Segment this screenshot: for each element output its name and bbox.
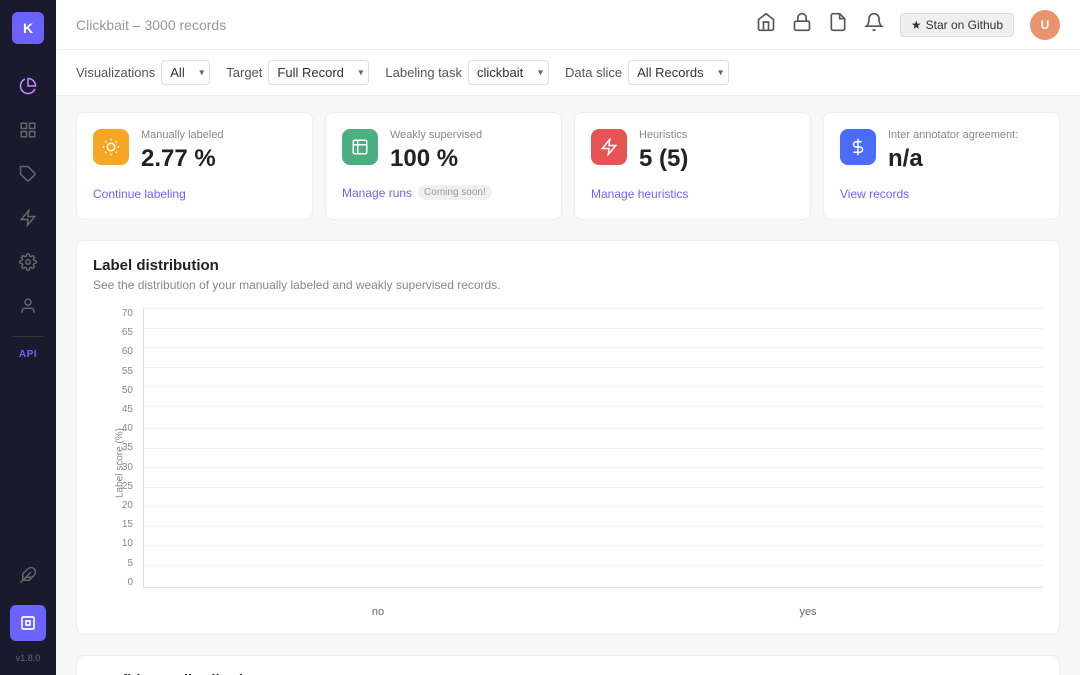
sidebar-item-grid[interactable]: [10, 112, 46, 148]
visualizations-select[interactable]: All: [161, 60, 210, 85]
sidebar-bottom: v1.8.0: [10, 553, 46, 663]
visualizations-filter: Visualizations All: [76, 60, 210, 85]
lock-icon[interactable]: [792, 12, 812, 37]
content-area: Manually labeled 2.77 % Continue labelin…: [56, 96, 1080, 675]
bars-container: [144, 308, 1043, 587]
card-text-2: Heuristics 5 (5): [639, 129, 688, 173]
user-avatar[interactable]: U: [1030, 10, 1060, 40]
chart-title: Label distribution: [93, 257, 1043, 274]
card-header-1: Weakly supervised 100 %: [342, 129, 545, 173]
github-button[interactable]: ★ Star on Github: [900, 13, 1014, 37]
visualizations-select-wrapper[interactable]: All: [161, 60, 210, 85]
x-axis: no yes: [143, 606, 1043, 618]
card-value-1: 100 %: [390, 145, 482, 173]
card-link-0[interactable]: Continue labeling: [93, 187, 186, 201]
data-slice-label: Data slice: [565, 65, 622, 80]
record-count: – 3000 records: [133, 17, 226, 33]
manually-labeled-card: Manually labeled 2.77 % Continue labelin…: [76, 112, 313, 220]
x-label-no: no: [203, 606, 553, 618]
sidebar: K API v1.8.0: [0, 0, 56, 675]
manually-labeled-icon: [93, 129, 129, 165]
card-value-2: 5 (5): [639, 145, 688, 173]
card-header: Manually labeled 2.77 %: [93, 129, 296, 173]
card-text-1: Weakly supervised 100 %: [390, 129, 482, 173]
chart-subtitle: See the distribution of your manually la…: [93, 278, 1043, 292]
topbar: Clickbait – 3000 records ★ Star on Githu…: [56, 0, 1080, 50]
target-select[interactable]: Full Record: [268, 60, 369, 85]
visualizations-label: Visualizations: [76, 65, 155, 80]
filterbar: Visualizations All Target Full Record La…: [56, 50, 1080, 96]
card-text-3: Inter annotator agreement: n/a: [888, 129, 1018, 173]
coming-soon-badge: Coming soon!: [418, 185, 492, 200]
annotator-icon: [840, 129, 876, 165]
sidebar-divider: [13, 336, 43, 337]
labeling-task-select[interactable]: clickbait: [468, 60, 549, 85]
data-slice-select-wrapper[interactable]: All Records: [628, 60, 729, 85]
sidebar-item-ai[interactable]: [10, 200, 46, 236]
stats-cards: Manually labeled 2.77 % Continue labelin…: [76, 112, 1060, 220]
labeling-task-label: Labeling task: [385, 65, 462, 80]
annotator-agreement-card: Inter annotator agreement: n/a View reco…: [823, 112, 1060, 220]
sidebar-item-extensions[interactable]: [10, 557, 46, 593]
home-icon[interactable]: [756, 12, 776, 37]
chart-area: [143, 308, 1043, 588]
target-label: Target: [226, 65, 262, 80]
sidebar-item-chart[interactable]: [10, 68, 46, 104]
card-link-2[interactable]: Manage heuristics: [591, 187, 688, 201]
x-label-yes: yes: [633, 606, 983, 618]
card-value-0: 2.77 %: [141, 145, 224, 173]
target-filter: Target Full Record: [226, 60, 369, 85]
heuristics-icon: [591, 129, 627, 165]
y-axis-title: Label score (%): [115, 428, 126, 498]
sidebar-item-tag[interactable]: [10, 156, 46, 192]
data-slice-select[interactable]: All Records: [628, 60, 729, 85]
weakly-supervised-icon: [342, 129, 378, 165]
heuristics-card: Heuristics 5 (5) Manage heuristics: [574, 112, 811, 220]
card-title-3: Inter annotator agreement:: [888, 129, 1018, 141]
sidebar-logo[interactable]: K: [12, 12, 44, 44]
card-header-2: Heuristics 5 (5): [591, 129, 794, 173]
card-link-3[interactable]: View records: [840, 187, 909, 201]
labeling-task-filter: Labeling task clickbait: [385, 60, 549, 85]
page-title: Clickbait – 3000 records: [76, 17, 226, 33]
main-content: Clickbait – 3000 records ★ Star on Githu…: [56, 0, 1080, 675]
card-header-3: Inter annotator agreement: n/a: [840, 129, 1043, 173]
target-select-wrapper[interactable]: Full Record: [268, 60, 369, 85]
sidebar-item-settings[interactable]: [10, 244, 46, 280]
card-value-3: n/a: [888, 145, 1018, 173]
bell-icon[interactable]: [864, 12, 884, 37]
card-link-1[interactable]: Manage runs: [342, 186, 412, 200]
github-button-label: Star on Github: [926, 18, 1003, 32]
topbar-actions: ★ Star on Github U: [756, 10, 1060, 40]
confidence-distribution-section: Confidence distribution See the confiden…: [76, 655, 1060, 675]
version-label: v1.8.0: [16, 653, 41, 663]
chart-container: 70 65 60 55 50 45 40 35 30 25 20 15 10 5…: [93, 308, 1043, 618]
weakly-supervised-card: Weakly supervised 100 % Manage runs Comi…: [325, 112, 562, 220]
sidebar-item-profile[interactable]: [10, 288, 46, 324]
document-icon[interactable]: [828, 12, 848, 37]
project-name: Clickbait: [76, 17, 129, 33]
api-label[interactable]: API: [19, 349, 37, 360]
card-text: Manually labeled 2.77 %: [141, 129, 224, 173]
labeling-task-select-wrapper[interactable]: clickbait: [468, 60, 549, 85]
card-title-0: Manually labeled: [141, 129, 224, 141]
data-slice-filter: Data slice All Records: [565, 60, 729, 85]
label-distribution-section: Label distribution See the distribution …: [76, 240, 1060, 635]
star-icon: ★: [911, 18, 922, 32]
card-title-1: Weakly supervised: [390, 129, 482, 141]
sidebar-item-active[interactable]: [10, 605, 46, 641]
card-title-2: Heuristics: [639, 129, 688, 141]
